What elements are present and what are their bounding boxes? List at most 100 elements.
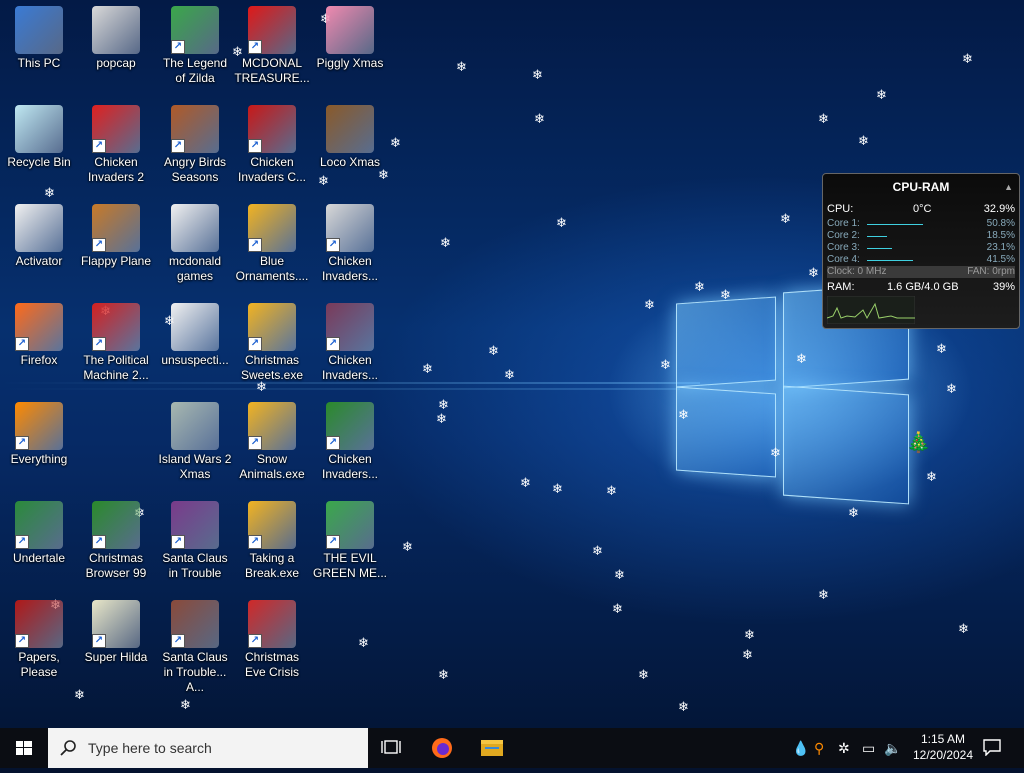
desktop-icon[interactable]: unsuspecti... xyxy=(156,297,234,393)
snowflake-icon: ❄ xyxy=(180,697,191,712)
snowflake-icon: ❄ xyxy=(958,621,969,636)
desktop-icon-label: Christmas Sweets.exe xyxy=(240,353,304,382)
desktop-icon[interactable]: ↗ The Political Machine 2... xyxy=(77,297,155,393)
tray-volume-icon[interactable]: 🔈 xyxy=(884,740,901,757)
desktop-icon[interactable]: Piggly Xmas xyxy=(311,0,389,96)
desktop-icon[interactable]: ↗ Chicken Invaders C... xyxy=(233,99,311,195)
shortcut-arrow-icon: ↗ xyxy=(171,40,185,54)
folder-icon xyxy=(171,204,219,252)
desktop-icon[interactable]: ↗ Flappy Plane xyxy=(77,198,155,294)
desktop-icon[interactable]: ↗ The Legend of Zilda xyxy=(156,0,234,96)
tray-snowflake-icon[interactable]: ✲ xyxy=(838,740,850,757)
shortcut-arrow-icon: ↗ xyxy=(15,634,29,648)
desktop-icon[interactable]: ↗ Christmas Sweets.exe xyxy=(233,297,311,393)
folder-icon xyxy=(15,204,63,252)
desktop-icon-label: Chicken Invaders... xyxy=(321,254,379,283)
desktop-icon[interactable]: ↗ Super Hilda xyxy=(77,594,155,690)
snowflake-icon: ❄ xyxy=(644,297,655,312)
tray-droplet-icon[interactable]: 💧 xyxy=(792,740,809,757)
snowflake-icon: ❄ xyxy=(606,483,617,498)
puzzle-icon: ↗ xyxy=(248,204,296,252)
desktop-icon[interactable]: ↗ Santa Claus in Trouble xyxy=(156,495,234,591)
snowflake-icon: ❄ xyxy=(818,587,829,602)
desktop-icon[interactable]: ↗ Christmas Browser 99 xyxy=(77,495,155,591)
snowflake-icon: ❄ xyxy=(780,211,791,226)
puzzle-icon: ↗ xyxy=(248,501,296,549)
desktop-icon-label: Christmas Browser 99 xyxy=(85,551,147,580)
shortcut-arrow-icon: ↗ xyxy=(248,139,262,153)
taskbar-firefox-button[interactable] xyxy=(418,728,466,768)
snowflake-icon: ❄ xyxy=(876,87,887,102)
firefox-icon xyxy=(432,738,452,758)
desktop-icon[interactable]: ↗ Snow Animals.exe xyxy=(233,396,311,492)
taskbar-search-box[interactable]: Type here to search xyxy=(48,728,368,768)
shortcut-arrow-icon: ↗ xyxy=(171,634,185,648)
desktop-icon[interactable]: Loco Xmas xyxy=(311,99,389,195)
snowflake-icon: ❄ xyxy=(818,111,829,126)
core-value: 23.1% xyxy=(986,242,1015,253)
desktop-icon-label: THE EVIL GREEN ME... xyxy=(312,551,387,580)
chicken-icon: ↗ xyxy=(92,105,140,153)
snowflake-icon: ❄ xyxy=(742,647,753,662)
cpu-temperature: 0°C xyxy=(913,203,932,215)
desktop-icon[interactable]: ↗ Chicken Invaders... xyxy=(311,198,389,294)
desktop-icon[interactable]: Activator xyxy=(0,198,78,294)
taskbar-file-explorer-button[interactable] xyxy=(468,728,516,768)
shortcut-arrow-icon: ↗ xyxy=(15,337,29,351)
shortcut-arrow-icon: ↗ xyxy=(92,139,106,153)
desktop-icon[interactable]: mcdonald games xyxy=(156,198,234,294)
desktop-icon-label: Angry Birds Seasons xyxy=(163,155,227,184)
desktop-icon-label: Chicken Invaders C... xyxy=(237,155,307,184)
snowflake-icon: ❄ xyxy=(946,381,957,396)
desktop-icon[interactable]: ↗ Christmas Eve Crisis xyxy=(233,594,311,690)
shortcut-arrow-icon: ↗ xyxy=(171,139,185,153)
taskbar-clock[interactable]: 1:15 AM 12/20/2024 xyxy=(906,731,980,763)
desktop-icon[interactable]: ↗ Papers, Please xyxy=(0,594,78,690)
desktop-icon-label: Undertale xyxy=(12,551,66,565)
desktop-icon-label: Blue Ornaments.... xyxy=(235,254,309,283)
notification-center-icon[interactable] xyxy=(982,738,1002,759)
desktop-icon-label: MCDONAL TREASURE... xyxy=(234,56,310,85)
gadget-title: CPU-RAM xyxy=(892,180,950,194)
desktop-icon[interactable]: ↗ Chicken Invaders 2 xyxy=(77,99,155,195)
snowflake-icon: ❄ xyxy=(678,407,689,422)
desktop-icon[interactable]: ↗ Chicken Invaders... xyxy=(311,297,389,393)
desktop-icon[interactable]: ↗ Taking a Break.exe xyxy=(233,495,311,591)
collapse-arrow-icon[interactable]: ▲ xyxy=(1004,182,1013,192)
desktop-icon-label: The Political Machine 2... xyxy=(83,353,149,382)
task-view-button[interactable] xyxy=(368,728,416,768)
tray-network-icon[interactable]: ▭ xyxy=(862,740,875,757)
desktop-icon-label: Papers, Please xyxy=(18,650,60,679)
desktop-icon[interactable]: ↗ Firefox xyxy=(0,297,78,393)
desktop-icon[interactable]: ↗ Santa Claus in Trouble... A... xyxy=(156,594,234,694)
start-button[interactable] xyxy=(0,728,48,768)
desktop-icon[interactable]: ↗ Everything xyxy=(0,396,78,492)
desktop-icon[interactable]: Island Wars 2 Xmas xyxy=(156,396,234,492)
desktop-icon[interactable]: Recycle Bin xyxy=(0,99,78,195)
core-label: Core 2: xyxy=(827,230,860,241)
shortcut-arrow-icon: ↗ xyxy=(248,238,262,252)
desktop[interactable]: ❄ ❄ ❄ ❄ ❄ ❄ ❄ ❄ ❄ ❄ ❄ ❄ ❄ ❄ ❄ ❄ ❄ ❄ ❄ ❄ ❄ ❄ ❄ ❄ ❄ ❄ ❄ ❄ ❄ ❄ ❄ ❄ ❄ ❄ ❄ ❄ ❄ ❄ ❄ ❄… xyxy=(0,0,1024,728)
desktop-icon[interactable]: ↗ MCDONAL TREASURE... xyxy=(233,0,311,96)
shortcut-arrow-icon: ↗ xyxy=(248,40,262,54)
desktop-icon-label: Activator xyxy=(15,254,63,268)
desktop-icon-label: mcdonald games xyxy=(168,254,222,283)
desktop-icon[interactable]: ↗ Angry Birds Seasons xyxy=(156,99,234,195)
desktop-icon[interactable]: ↗ Chicken Invaders... xyxy=(311,396,389,492)
desktop-icon[interactable]: This PC xyxy=(0,0,78,96)
core-usage-bar xyxy=(867,224,923,225)
cpu-ram-gadget[interactable]: CPU-RAM ▲ CPU: 0°C 32.9% Core 1: 50.8% C… xyxy=(822,173,1020,329)
desktop-icon-label: Piggly Xmas xyxy=(316,56,384,70)
messenger-icon: ↗ xyxy=(326,501,374,549)
desktop-icon[interactable]: ↗ Blue Ornaments.... xyxy=(233,198,311,294)
desktop-icon[interactable]: popcap xyxy=(77,0,155,96)
legend-of-zilda-icon: ↗ xyxy=(171,6,219,54)
desktop-icon[interactable]: ↗ Undertale xyxy=(0,495,78,591)
snowflake-icon: ❄ xyxy=(438,397,449,412)
windows-logo-pane xyxy=(676,386,776,478)
tray-everything-search-icon[interactable]: ⚲ xyxy=(814,740,824,757)
core-value: 18.5% xyxy=(986,230,1015,241)
chicken-icon: ↗ xyxy=(326,402,374,450)
shortcut-arrow-icon: ↗ xyxy=(326,436,340,450)
desktop-icon[interactable]: ↗ THE EVIL GREEN ME... xyxy=(311,495,389,591)
